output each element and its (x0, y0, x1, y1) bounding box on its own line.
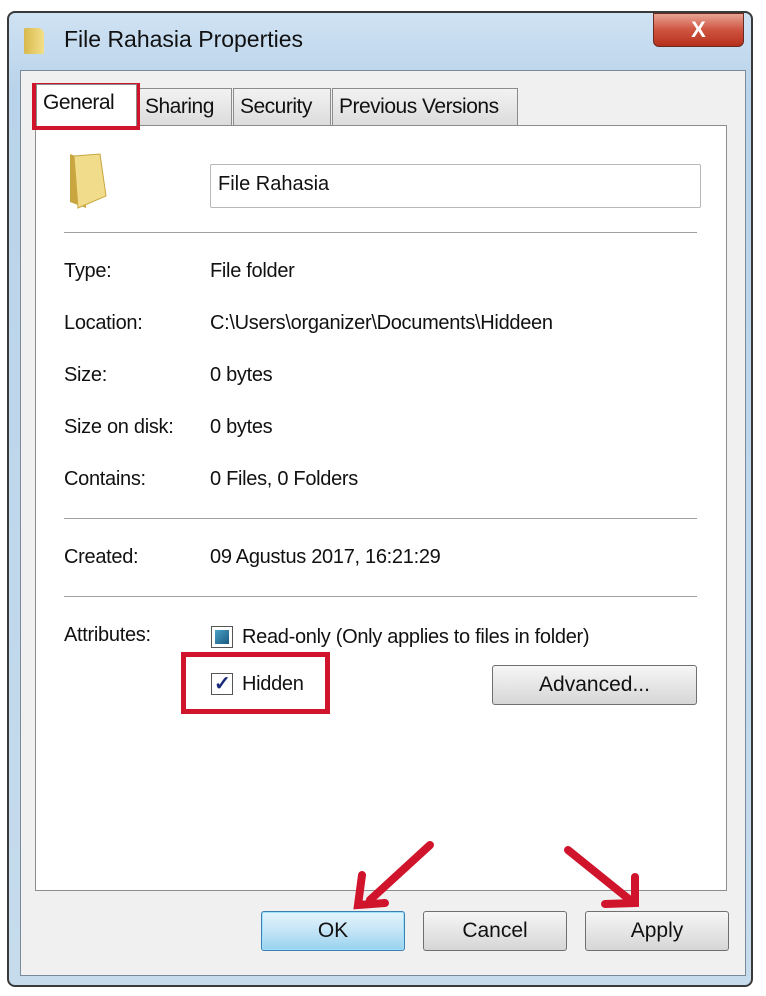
apply-button[interactable]: Apply (585, 911, 729, 951)
tab-security[interactable]: Security (233, 88, 331, 125)
ok-button[interactable]: OK (261, 911, 405, 951)
tab-page-general (35, 125, 727, 891)
size-on-disk-label: Size on disk: (64, 416, 174, 438)
window-title: File Rahasia Properties (64, 26, 304, 52)
size-on-disk-value: 0 bytes (210, 416, 273, 438)
created-label: Created: (64, 546, 139, 568)
close-button[interactable]: X (653, 13, 744, 47)
divider (64, 518, 697, 520)
readonly-label: Read-only (Only applies to files in fold… (242, 626, 590, 648)
highlight-hidden-checkbox (181, 652, 330, 714)
tab-general[interactable]: General (36, 84, 137, 126)
tab-previous-versions[interactable]: Previous Versions (332, 88, 518, 125)
contains-value: 0 Files, 0 Folders (210, 468, 358, 490)
size-value: 0 bytes (210, 364, 273, 386)
readonly-checkbox[interactable] (211, 626, 233, 648)
attributes-label: Attributes: (64, 624, 151, 646)
folder-icon (24, 28, 44, 54)
cancel-button[interactable]: Cancel (423, 911, 567, 951)
folder-name-input[interactable]: File Rahasia (210, 164, 701, 208)
divider (64, 596, 697, 598)
created-value: 09 Agustus 2017, 16:21:29 (210, 546, 441, 568)
location-value: C:\Users\organizer\Documents\Hiddeen (210, 312, 553, 334)
divider (64, 232, 697, 234)
type-value: File folder (210, 260, 295, 282)
type-label: Type: (64, 260, 112, 282)
contains-label: Contains: (64, 468, 146, 490)
tab-sharing[interactable]: Sharing (138, 88, 232, 125)
location-label: Location: (64, 312, 143, 334)
folder-icon (70, 153, 107, 209)
size-label: Size: (64, 364, 107, 386)
advanced-button[interactable]: Advanced... (492, 665, 697, 705)
